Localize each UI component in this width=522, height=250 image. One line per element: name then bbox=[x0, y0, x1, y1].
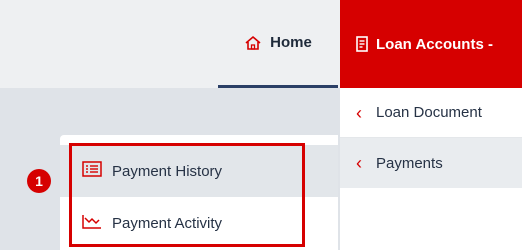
home-icon bbox=[244, 35, 262, 51]
step-number-badge: 1 bbox=[27, 169, 51, 193]
submenu-item-payments[interactable]: ‹ Payments bbox=[340, 138, 522, 188]
nav-home-tab[interactable]: Home bbox=[218, 0, 338, 88]
nav-loan-accounts-tab[interactable]: Loan Accounts - bbox=[340, 0, 522, 88]
document-icon bbox=[356, 36, 368, 52]
submenu-item-label: Loan Document bbox=[376, 104, 482, 121]
chevron-left-icon: ‹ bbox=[356, 153, 362, 173]
highlight-box bbox=[69, 143, 305, 247]
chevron-left-icon: ‹ bbox=[356, 102, 362, 123]
submenu-item-loan-document[interactable]: ‹ Loan Document bbox=[340, 88, 522, 138]
nav-loan-accounts-label: Loan Accounts - bbox=[376, 35, 493, 53]
nav-home-label: Home bbox=[270, 34, 312, 51]
submenu-item-label: Payments bbox=[376, 154, 443, 172]
loan-accounts-submenu: ‹ Loan Document ‹ Payments bbox=[340, 88, 522, 250]
